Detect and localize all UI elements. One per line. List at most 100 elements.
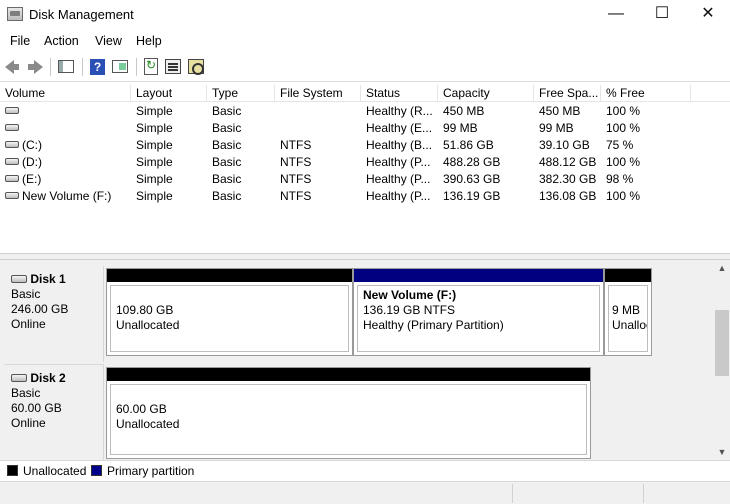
partition-status: Unallocated — [612, 318, 647, 332]
volume-percent-free: 98 % — [606, 172, 634, 186]
disk-size: 246.00 GB — [11, 302, 69, 316]
disk-view-scrollbar[interactable]: ▲ ▼ — [714, 260, 730, 460]
volume-layout: Simple — [136, 155, 173, 169]
volume-list: Simple Basic Healthy (R... 450 MB 450 MB… — [0, 103, 730, 253]
menu-action[interactable]: Action — [44, 34, 79, 48]
volume-capacity: 99 MB — [443, 121, 478, 135]
volume-row[interactable]: Simple Basic Healthy (E... 99 MB 99 MB 1… — [0, 120, 730, 137]
volume-icon — [5, 107, 19, 115]
disk-icon — [11, 274, 27, 283]
disk-name: Disk 2 — [30, 371, 66, 385]
volume-row[interactable]: (C:) Simple Basic NTFS Healthy (B... 51.… — [0, 137, 730, 154]
volume-icon — [5, 158, 19, 166]
status-bar — [0, 481, 730, 504]
menu-view[interactable]: View — [95, 34, 122, 48]
disk-graphical-view: Disk 1 Basic 246.00 GB Online 109.80 GB … — [0, 260, 714, 460]
volume-file-system — [275, 120, 361, 137]
legend-swatch-unallocated — [7, 465, 18, 476]
volume-free-space: 450 MB — [539, 104, 581, 118]
column-header-type[interactable]: Type — [207, 85, 275, 102]
disk-state: Online — [11, 317, 46, 331]
action-pane-icon[interactable] — [110, 57, 130, 77]
disk-name: Disk 1 — [30, 272, 66, 286]
volume-status: Healthy (P... — [366, 155, 431, 169]
back-arrow-icon[interactable] — [3, 57, 23, 77]
volume-file-system: NTFS — [280, 189, 312, 203]
partition-size: 9 MB — [612, 303, 641, 317]
partition-new-volume-f[interactable]: New Volume (F:) 136.19 GB NTFS Healthy (… — [353, 268, 604, 356]
scroll-down-arrow-icon[interactable]: ▼ — [714, 444, 730, 460]
volume-status: Healthy (P... — [366, 189, 431, 203]
column-header-layout[interactable]: Layout — [131, 85, 207, 102]
volume-row[interactable]: (E:) Simple Basic NTFS Healthy (P... 390… — [0, 171, 730, 188]
unallocated-bar — [107, 368, 590, 381]
toolbar-separator — [82, 58, 83, 76]
legend-label-unallocated: Unallocated — [23, 464, 87, 478]
volume-type: Basic — [212, 155, 242, 169]
partition-status: Unallocated — [116, 318, 180, 332]
volume-file-system: NTFS — [280, 138, 312, 152]
disk-size: 60.00 GB — [11, 401, 62, 415]
refresh-icon[interactable] — [141, 57, 161, 77]
volume-free-space: 39.10 GB — [539, 138, 590, 152]
rescan-disks-icon[interactable] — [186, 57, 206, 77]
volume-name: (C:) — [22, 138, 42, 152]
disk-2-label[interactable]: Disk 2 Basic 60.00 GB Online — [4, 364, 104, 460]
close-button[interactable]: ✕ — [685, 0, 730, 30]
volume-capacity: 51.86 GB — [443, 138, 494, 152]
volume-free-space: 382.30 GB — [539, 172, 597, 186]
column-header-status[interactable]: Status — [361, 85, 438, 102]
volume-file-system: NTFS — [280, 155, 312, 169]
partition-unallocated[interactable]: 9 MB Unallocated — [604, 268, 652, 356]
volume-name: (E:) — [22, 172, 42, 186]
volume-percent-free: 100 % — [606, 189, 641, 203]
maximize-button[interactable]: ☐ — [639, 0, 685, 30]
partition-status: Healthy (Primary Partition) — [363, 318, 504, 332]
volume-icon — [5, 124, 19, 132]
volume-type: Basic — [212, 172, 242, 186]
partition-unallocated[interactable]: 109.80 GB Unallocated — [106, 268, 353, 356]
primary-partition-bar — [354, 269, 603, 282]
volume-status: Healthy (E... — [366, 121, 433, 135]
column-header-capacity[interactable]: Capacity — [438, 85, 534, 102]
volume-icon — [5, 141, 19, 149]
volume-file-system — [275, 103, 361, 120]
column-header-percent-free[interactable]: % Free — [601, 85, 691, 102]
volume-capacity: 390.63 GB — [443, 172, 501, 186]
menu-help[interactable]: Help — [136, 34, 162, 48]
console-tree-icon[interactable] — [56, 57, 76, 77]
legend-swatch-primary — [91, 465, 102, 476]
volume-layout: Simple — [136, 138, 173, 152]
volume-capacity: 450 MB — [443, 104, 485, 118]
column-header-file-system[interactable]: File System — [275, 85, 361, 102]
help-icon[interactable]: ? — [88, 57, 108, 77]
volume-type: Basic — [212, 189, 242, 203]
volume-row[interactable]: Simple Basic Healthy (R... 450 MB 450 MB… — [0, 103, 730, 120]
volume-name: (D:) — [22, 155, 42, 169]
partition-size: 136.19 GB NTFS — [363, 303, 456, 317]
disk-icon — [11, 373, 27, 382]
minimize-button[interactable]: — — [593, 0, 639, 30]
legend-label-primary: Primary partition — [107, 464, 195, 478]
column-header-free-space[interactable]: Free Spa... — [534, 85, 601, 102]
title-bar: Disk Management — ☐ ✕ — [0, 0, 730, 30]
forward-arrow-icon[interactable] — [25, 57, 45, 77]
pane-splitter[interactable] — [0, 253, 730, 260]
scroll-thumb[interactable] — [715, 310, 729, 376]
volume-row[interactable]: New Volume (F:) Simple Basic NTFS Health… — [0, 188, 730, 205]
volume-capacity: 488.28 GB — [443, 155, 501, 169]
volume-percent-free: 100 % — [606, 104, 641, 118]
volume-name: New Volume (F:) — [22, 189, 112, 203]
column-header-volume[interactable]: Volume — [0, 85, 131, 102]
volume-layout: Simple — [136, 121, 173, 135]
volume-type: Basic — [212, 104, 242, 118]
volume-row[interactable]: (D:) Simple Basic NTFS Healthy (P... 488… — [0, 154, 730, 171]
volume-type: Basic — [212, 121, 242, 135]
properties-icon[interactable] — [163, 57, 183, 77]
scroll-up-arrow-icon[interactable]: ▲ — [714, 260, 730, 276]
unallocated-bar — [605, 269, 651, 282]
partition-unallocated[interactable]: 60.00 GB Unallocated — [106, 367, 591, 459]
volume-icon — [5, 192, 19, 200]
menu-file[interactable]: File — [10, 34, 30, 48]
disk-1-label[interactable]: Disk 1 Basic 246.00 GB Online — [4, 266, 104, 362]
